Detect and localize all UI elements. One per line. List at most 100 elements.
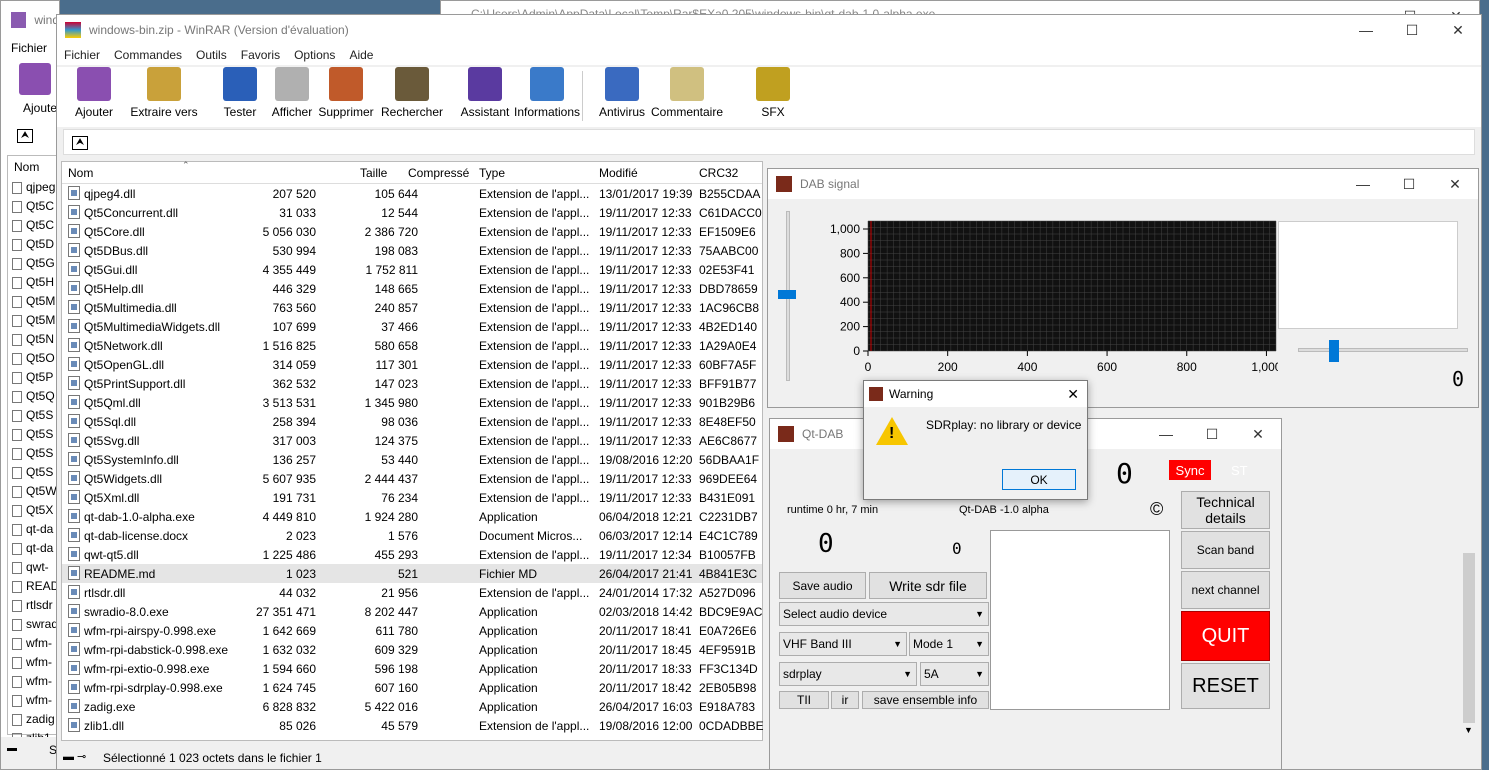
mode-select[interactable]: Mode 1 [909, 632, 989, 656]
find-button[interactable]: Rechercher [377, 67, 447, 119]
list-item[interactable]: Qt5N [12, 332, 59, 351]
list-item[interactable]: Qt5M [12, 294, 59, 313]
back-menu-file[interactable]: Fichier [11, 41, 47, 55]
list-item[interactable]: qt-da [12, 541, 59, 560]
column-size[interactable]: Taille [360, 166, 387, 180]
menu-item[interactable]: Options [287, 48, 342, 62]
table-row[interactable]: zlib1.dll 85 026 45 579 Extension de l'appl… [62, 716, 763, 735]
table-row[interactable]: qt-dab-license.docx 2 023 1 576 Document Mi… [62, 526, 762, 545]
vertical-slider-handle[interactable] [778, 290, 796, 299]
list-item[interactable]: Qt5X [12, 503, 59, 522]
table-row[interactable]: wfm-rpi-sdrplay-0.998.exe 1 624 745 607 16… [62, 678, 762, 697]
table-row[interactable]: Qt5PrintSupport.dll 362 532 147 023 Extensi… [62, 374, 762, 393]
add-button[interactable]: Ajouter [59, 67, 129, 119]
table-row[interactable]: Qt5MultimediaWidgets.dll 107 699 37 466 Ext… [62, 317, 762, 336]
table-row[interactable]: Qt5Help.dll 446 329 148 665 Extension de l'… [62, 279, 762, 298]
table-row[interactable]: Qt5Core.dll 5 056 030 2 386 720 Extension d… [62, 222, 762, 241]
ok-button[interactable]: OK [1002, 469, 1076, 490]
table-row[interactable]: Qt5Sql.dll 258 394 98 036 Extension de l'ap… [62, 412, 762, 431]
list-item[interactable]: Qt5S [12, 427, 59, 446]
list-item[interactable]: qt-da [12, 522, 59, 541]
horizontal-slider-handle[interactable] [1329, 340, 1339, 362]
table-row[interactable]: qt-dab-1.0-alpha.exe 4 449 810 1 924 280 Ap… [62, 507, 762, 526]
up-folder-icon[interactable]: ⮝ [17, 129, 33, 143]
back-winrar-window[interactable]: wind Fichier Ajoute ⮝ Nom qjpeg Qt5C Qt5C Q… [0, 0, 60, 770]
menu-item[interactable]: Aide [342, 48, 380, 62]
table-row[interactable]: Qt5Multimedia.dll 763 560 240 857 Extension… [62, 298, 762, 317]
list-item[interactable]: Qt5Q [12, 389, 59, 408]
next-channel-button[interactable]: next channel [1181, 571, 1270, 609]
menu-item[interactable]: Commandes [107, 48, 189, 62]
up-folder-icon[interactable]: ⮝ [72, 136, 88, 150]
back-column-name[interactable]: Nom [14, 160, 39, 174]
maximize-icon[interactable]: ☐ [1386, 169, 1432, 199]
table-row[interactable]: swradio-8.0.exe 27 351 471 8 202 447 Applic… [62, 602, 762, 621]
write-sdr-button[interactable]: Write sdr file [869, 572, 987, 599]
table-row[interactable]: wfm-rpi-airspy-0.998.exe 1 642 669 611 780… [62, 621, 762, 640]
column-name[interactable]: Nom [68, 166, 93, 180]
minimize-icon[interactable]: — [1343, 15, 1389, 45]
list-item[interactable]: READ [12, 579, 59, 598]
list-item[interactable]: Qt5S [12, 465, 59, 484]
list-item[interactable]: Qt5M [12, 313, 59, 332]
minimize-icon[interactable]: — [1143, 419, 1189, 449]
save-audio-button[interactable]: Save audio [779, 572, 866, 599]
close-icon[interactable]: ✕ [1435, 15, 1481, 45]
channel-select[interactable]: 5A [920, 662, 989, 686]
technical-details-button[interactable]: Technical details [1181, 491, 1270, 529]
reset-button[interactable]: RESET [1181, 663, 1270, 709]
list-item[interactable]: wfm- [12, 693, 59, 712]
dab-signal-window[interactable]: DAB signal —☐✕ 02004006008001,0001,00080… [767, 168, 1479, 408]
list-item[interactable]: Qt5D [12, 237, 59, 256]
info-button[interactable]: Informations [508, 67, 586, 119]
list-item[interactable]: Qt5C [12, 218, 59, 237]
table-row[interactable]: Qt5Widgets.dll 5 607 935 2 444 437 Extensio… [62, 469, 762, 488]
table-row[interactable]: Qt5Gui.dll 4 355 449 1 752 811 Extension de… [62, 260, 762, 279]
horizontal-slider[interactable] [1298, 348, 1468, 352]
scrollbar-thumb[interactable] [1463, 553, 1475, 723]
list-item[interactable]: wfm- [12, 655, 59, 674]
column-compressed[interactable]: Compressé [408, 166, 469, 180]
comment-button[interactable]: Commentaire [647, 67, 727, 119]
ir-button[interactable]: ir [831, 691, 859, 709]
scroll-down-icon[interactable]: ▼ [1464, 725, 1473, 735]
table-row[interactable]: rtlsdr.dll 44 032 21 956 Extension de l'app… [62, 583, 762, 602]
menu-item[interactable]: Outils [189, 48, 234, 62]
minimize-icon[interactable]: — [1340, 169, 1386, 199]
list-item[interactable]: wfm- [12, 636, 59, 655]
list-item[interactable]: rtlsdr [12, 598, 59, 617]
delete-button[interactable]: Supprimer [311, 67, 381, 119]
table-row[interactable]: wfm-rpi-extio-0.998.exe 1 594 660 596 198 A… [62, 659, 762, 678]
maximize-icon[interactable]: ☐ [1189, 419, 1235, 449]
menu-item[interactable]: Fichier [57, 48, 107, 62]
close-icon[interactable]: ✕ [1235, 419, 1281, 449]
file-list[interactable]: Nom ⌃ Taille Compressé Type Modifié CRC3… [61, 160, 763, 741]
list-item[interactable]: Qt5C [12, 199, 59, 218]
table-row[interactable]: wfm-rpi-dabstick-0.998.exe 1 632 032 609 3… [62, 640, 762, 659]
table-row[interactable]: Qt5Svg.dll 317 003 124 375 Extension de l'a… [62, 431, 762, 450]
table-row[interactable]: qwt-qt5.dll 1 225 486 455 293 Extension de … [62, 545, 762, 564]
scan-band-button[interactable]: Scan band [1181, 531, 1270, 569]
list-item[interactable]: Qt5S [12, 446, 59, 465]
table-row[interactable]: Qt5Qml.dll 3 513 531 1 345 980 Extension de… [62, 393, 762, 412]
list-item[interactable]: qwt- [12, 560, 59, 579]
table-row[interactable]: Qt5OpenGL.dll 314 059 117 301 Extension de … [62, 355, 762, 374]
close-icon[interactable]: ✕ [1432, 169, 1478, 199]
close-icon[interactable]: ✕ [1067, 386, 1079, 403]
list-item[interactable]: Qt5P [12, 370, 59, 389]
column-modified[interactable]: Modifié [599, 166, 638, 180]
sfx-button[interactable]: SFX [738, 67, 808, 119]
list-item[interactable]: Qt5W [12, 484, 59, 503]
quit-button[interactable]: QUIT [1181, 611, 1270, 661]
table-row[interactable]: Qt5Network.dll 1 516 825 580 658 Extension … [62, 336, 762, 355]
tii-button[interactable]: TII [779, 691, 829, 709]
device-select[interactable]: sdrplay [779, 662, 917, 686]
list-item[interactable]: Qt5G [12, 256, 59, 275]
list-item[interactable]: Qt5S [12, 408, 59, 427]
column-crc32[interactable]: CRC32 [699, 166, 738, 180]
maximize-icon[interactable]: ☐ [1389, 15, 1435, 45]
extract-button[interactable]: Extraire vers [127, 67, 201, 119]
list-item[interactable]: swrad [12, 617, 59, 636]
list-item[interactable]: zadig [12, 712, 59, 731]
add-icon[interactable] [19, 63, 51, 95]
